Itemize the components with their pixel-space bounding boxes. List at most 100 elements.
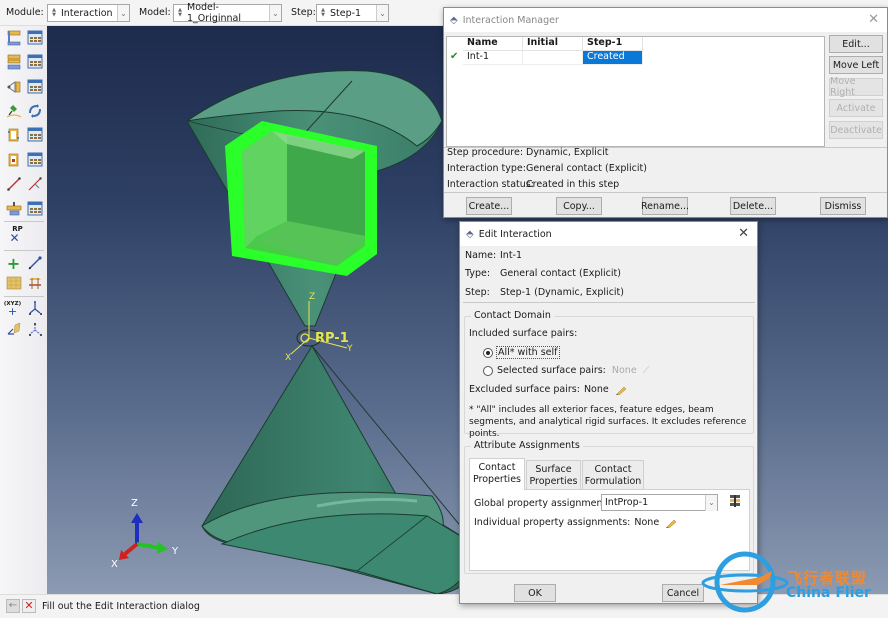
radio-all-with-self[interactable]: All* with self — [483, 346, 560, 359]
interaction-status-label: Interaction status: — [447, 179, 534, 190]
step-value: Step-1 — [330, 7, 362, 19]
datum-point-icon[interactable]: + — [5, 254, 22, 273]
rp-axis-x: X — [285, 353, 291, 363]
interaction-manager-icon[interactable] — [26, 30, 43, 46]
tab-contact-formulation[interactable]: Contact Formulation — [582, 460, 644, 490]
special-manager-icon[interactable] — [26, 201, 43, 217]
find-contact-pairs-icon[interactable] — [5, 103, 22, 119]
contact-control-manager-icon[interactable] — [26, 79, 43, 95]
toolbox: RP ✕ + (XYZ) + — [0, 26, 47, 594]
rp-label: RP-1 — [315, 331, 349, 346]
toolbox-divider — [4, 250, 44, 251]
ok-button[interactable]: OK — [514, 584, 556, 602]
constraint-manager-icon[interactable] — [26, 127, 43, 143]
query-coordinates-icon[interactable]: (XYZ) + — [4, 300, 21, 318]
tab-label-line1: Surface — [535, 464, 572, 475]
create-button[interactable]: Create... — [466, 197, 512, 215]
cancel-button[interactable]: Cancel — [662, 584, 704, 602]
column-header-name[interactable]: Name — [463, 37, 523, 51]
excluded-surface-pairs-row: Excluded surface pairs: None — [469, 384, 627, 395]
close-icon[interactable]: ✕ — [738, 226, 749, 241]
lower-cone-part[interactable] — [201, 345, 478, 594]
activate-button[interactable]: Activate — [829, 99, 883, 117]
interaction-type-label: Interaction type: — [447, 163, 526, 174]
connector-section-icon[interactable] — [5, 152, 22, 168]
delete-button[interactable]: Delete... — [730, 197, 776, 215]
tab-label-line2: Formulation — [584, 476, 642, 487]
close-icon[interactable]: ✕ — [868, 12, 879, 27]
cell-name[interactable]: Int-1 — [463, 51, 523, 65]
module-select[interactable]: ▲ ▼ Interaction ⌄ — [47, 4, 130, 22]
cancel-x-icon[interactable]: ✕ — [22, 599, 36, 613]
deactivate-button[interactable]: Deactivate — [829, 121, 883, 139]
attribute-assignments-title: Attribute Assignments — [471, 440, 583, 451]
dialog-titlebar[interactable]: ⬘ Edit Interaction ✕ — [460, 222, 757, 246]
tab-contact-properties[interactable]: Contact Properties — [469, 458, 525, 490]
connector-section-manager-icon[interactable] — [26, 152, 43, 168]
datum-plane-icon[interactable] — [5, 275, 22, 291]
tab-surface-properties[interactable]: Surface Properties — [526, 460, 581, 490]
wire-edit-icon[interactable] — [26, 176, 43, 192]
interaction-manager-dialog: ⬘ Interaction Manager ✕ Name Initial Ste… — [443, 7, 888, 218]
special-create-icon[interactable] — [5, 201, 22, 217]
radio-selected-surface-pairs[interactable]: Selected surface pairs: None ⟋ — [483, 365, 649, 376]
global-property-select[interactable]: IntProp-1 ⌄ — [601, 494, 718, 511]
edit-button[interactable]: Edit... — [829, 35, 883, 53]
step-select[interactable]: ▲ ▼ Step-1 ⌄ — [316, 4, 389, 22]
all-note: * "All" includes all exterior faces, fea… — [469, 405, 747, 439]
contact-initialization-icon[interactable] — [26, 103, 43, 119]
abaqus-dialog-icon: ⬘ — [450, 14, 458, 26]
edit-interaction-dialog: ⬘ Edit Interaction ✕ Name: Int-1 Type: G… — [459, 221, 758, 604]
interaction-create-icon[interactable] — [5, 30, 22, 46]
name-value: Int-1 — [500, 250, 523, 261]
selected-pairs-value: None — [611, 365, 637, 376]
copy-button[interactable]: Copy... — [556, 197, 602, 215]
wire-create-icon[interactable] — [5, 176, 22, 192]
excluded-label: Excluded surface pairs: — [469, 384, 580, 395]
datum-transform-icon[interactable] — [5, 321, 22, 337]
datum-csys-icon[interactable] — [26, 275, 43, 291]
back-arrow-icon[interactable]: ← — [6, 599, 20, 613]
edit-pencil-icon[interactable] — [615, 385, 627, 395]
chevron-down-icon[interactable]: ⌄ — [117, 5, 129, 21]
dismiss-button[interactable]: Dismiss — [820, 197, 866, 215]
chevron-down-icon[interactable]: ⌄ — [705, 494, 717, 511]
property-manager-icon[interactable] — [728, 494, 742, 508]
rp-axis-z: Z — [309, 292, 315, 302]
cell-step1-status[interactable]: Created — [583, 51, 643, 65]
interaction-property-create-icon[interactable] — [5, 54, 22, 70]
query-icon[interactable] — [26, 321, 43, 337]
chevron-down-icon[interactable]: ⌄ — [269, 5, 281, 21]
contact-properties-pane: Global property assignment: IntProp-1 ⌄ … — [469, 489, 750, 571]
cell-initial[interactable] — [523, 51, 583, 65]
global-property-value: IntProp-1 — [605, 497, 649, 508]
spin-icon: ▲ ▼ — [178, 7, 182, 18]
move-left-button[interactable]: Move Left — [829, 56, 883, 74]
edit-pencil-icon[interactable]: ⟋ — [643, 365, 650, 376]
contact-domain-title: Contact Domain — [471, 310, 554, 321]
tab-label-line2: Properties — [529, 476, 578, 487]
move-right-button[interactable]: Move Right — [829, 76, 883, 98]
column-header-step1[interactable]: Step-1 — [583, 37, 643, 51]
radio-button[interactable] — [483, 365, 493, 376]
selected-cube[interactable] — [225, 121, 377, 276]
interaction-type-value: General contact (Explicit) — [526, 163, 647, 174]
constraint-create-icon[interactable] — [5, 127, 22, 143]
chevron-down-icon[interactable]: ⌄ — [376, 5, 388, 21]
column-header-initial[interactable]: Initial — [523, 37, 583, 51]
spin-icon: ▲ ▼ — [321, 7, 325, 18]
prompt-message: Fill out the Edit Interaction dialog — [42, 601, 200, 612]
reference-point-icon[interactable]: RP ✕ — [6, 225, 23, 245]
contact-control-create-icon[interactable] — [5, 79, 22, 95]
partition-icon[interactable] — [26, 300, 43, 316]
model-select[interactable]: ▲ ▼ Model-1_Originnal ⌄ — [173, 2, 282, 24]
rename-button[interactable]: Rename... — [641, 197, 689, 215]
radio-button[interactable] — [483, 347, 493, 358]
datum-axis-icon[interactable] — [26, 255, 43, 271]
individual-property-row: Individual property assignments: None — [474, 517, 677, 528]
edit-pencil-icon[interactable] — [665, 518, 677, 528]
interaction-property-manager-icon[interactable] — [26, 54, 43, 70]
dialog-titlebar[interactable]: ⬘ Interaction Manager ✕ — [444, 8, 887, 32]
active-check-icon[interactable]: ✔ — [450, 51, 458, 62]
module-value: Interaction — [61, 7, 113, 19]
